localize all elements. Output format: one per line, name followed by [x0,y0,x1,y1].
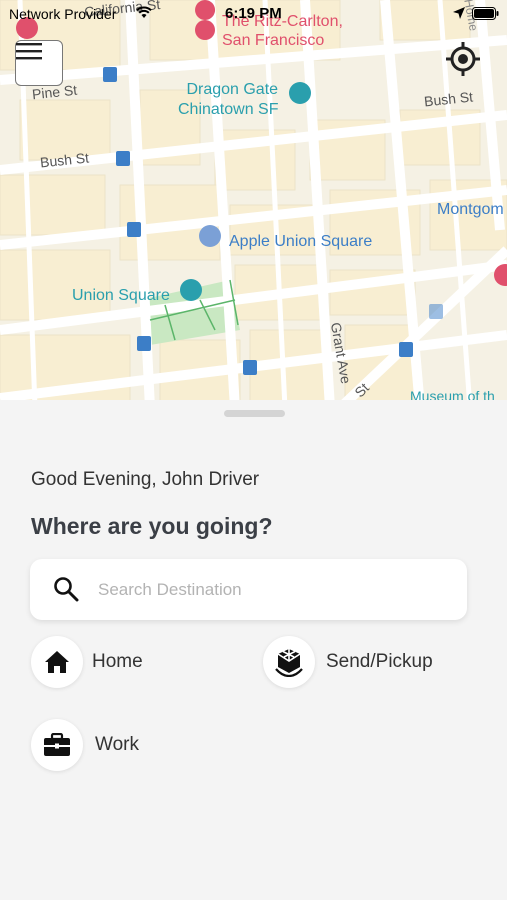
quick-action-work-label: Work [95,734,139,755]
poi-dragon-gate[interactable]: Dragon Gate Chinatown SF [178,80,279,120]
poi-union-square[interactable]: Union Square [72,287,170,305]
package-icon [275,649,303,677]
quick-action-work[interactable]: Work [31,719,139,771]
poi-ritz-carlton-line2: San Francisco [222,32,325,49]
quick-action-send-pickup-label: Send/Pickup [326,651,433,672]
quick-action-home[interactable]: Home [31,636,143,688]
poi-dragon-gate-line1: Dragon Gate [186,81,279,98]
greeting-text: Good Evening, John Driver [31,469,260,490]
status-time: 6:19 PM [225,5,282,22]
where-going-heading: Where are you going? [31,513,273,539]
house-icon [45,651,69,673]
destination-search-box[interactable] [30,559,467,620]
poi-dragon-gate-line2: Chinatown SF [178,101,279,118]
hamburger-icon [16,43,42,60]
quick-action-send-pickup[interactable]: Send/Pickup [263,636,433,688]
poi-montgomery[interactable]: Montgom [437,201,504,219]
package-icon-circle [263,636,315,688]
quick-action-home-label: Home [92,651,143,672]
map-canvas [0,0,507,408]
search-icon [54,577,79,602]
search-destination-input[interactable] [98,559,448,620]
location-arrow-icon [453,7,465,19]
battery-icon [472,7,499,20]
work-icon-circle [31,719,83,771]
map-view[interactable]: California St Pine St Bush St Bush St Gr… [0,0,507,408]
menu-button[interactable] [15,40,63,86]
crosshair-target-icon [446,42,480,76]
locate-me-button[interactable] [446,42,488,84]
poi-apple-union-square[interactable]: Apple Union Square [229,233,372,251]
destination-sheet: Good Evening, John Driver Where are you … [0,400,507,900]
carrier-name: Network Provider [9,6,117,22]
sheet-grabber-handle[interactable] [224,410,285,417]
wifi-icon [136,6,152,18]
status-bar: Network Provider 6:19 PM [0,0,507,28]
briefcase-icon [44,733,70,756]
home-icon-circle [31,636,83,688]
